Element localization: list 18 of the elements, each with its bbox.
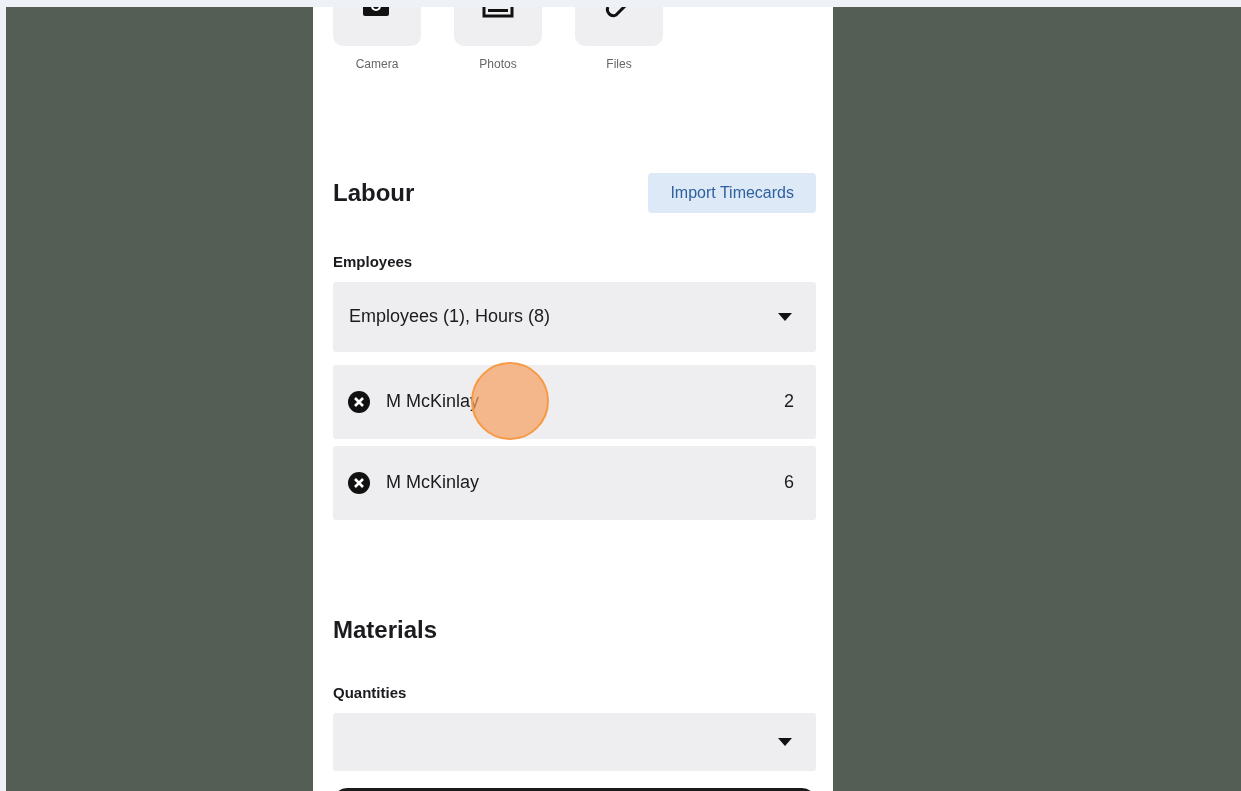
remove-icon[interactable]	[348, 390, 370, 413]
dropdown-field[interactable]: Employees (1), Hours (8)	[333, 281, 816, 352]
hours-value: 6	[784, 471, 794, 494]
hours-value: 2	[784, 390, 794, 413]
field-label: Quantities	[333, 683, 408, 704]
dropdown-field[interactable]	[333, 712, 816, 771]
tile-label: Files	[606, 56, 632, 73]
import-button[interactable]: Import Timecards	[648, 173, 816, 213]
tile-label: Photos	[479, 56, 517, 73]
dropdown-caret-icon	[778, 737, 792, 746]
section-title: Labour	[333, 178, 415, 208]
employee-name: M McKinlay	[386, 471, 480, 494]
field-label: Employees	[333, 252, 414, 272]
dropdown-caret-icon	[778, 312, 792, 321]
tile-label: Camera	[355, 56, 399, 73]
remove-icon[interactable]	[348, 471, 370, 494]
employee-row[interactable]: M McKinlay 6	[333, 445, 816, 520]
section-title: Materials	[333, 615, 439, 645]
